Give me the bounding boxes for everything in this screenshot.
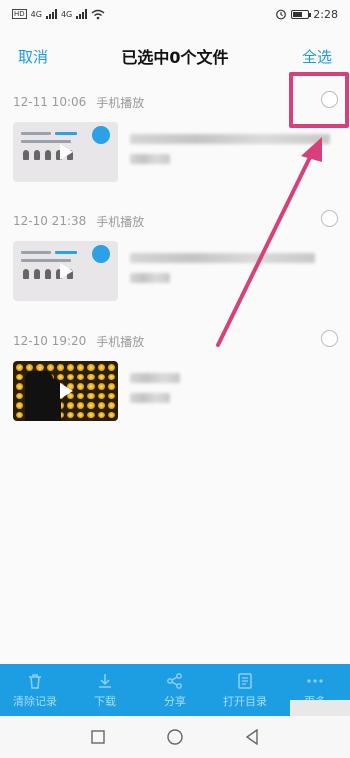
annotation-arrow xyxy=(216,137,322,347)
share-button[interactable]: 分享 xyxy=(140,672,210,709)
square-icon xyxy=(91,730,106,744)
trash-icon xyxy=(29,673,41,689)
recents-button[interactable] xyxy=(88,727,108,747)
more-icon xyxy=(307,678,323,683)
share-icon xyxy=(167,672,182,689)
system-nav-bar xyxy=(0,716,350,758)
download-button[interactable]: 下载 xyxy=(70,672,140,709)
home-button[interactable] xyxy=(165,727,185,747)
toolbar-label: 下载 xyxy=(94,694,116,708)
triangle-back-icon xyxy=(245,729,258,745)
screen: HD 4G 4G 2:28 取消 已选中0个文件 全选 12-11 10:06 … xyxy=(0,0,350,758)
circle-icon xyxy=(167,729,183,745)
back-button[interactable] xyxy=(242,727,262,747)
open-folder-button[interactable]: 打开目录 xyxy=(210,672,280,709)
download-icon xyxy=(99,673,111,688)
clear-history-button[interactable]: 清除记录 xyxy=(0,672,70,709)
folder-doc-icon xyxy=(238,672,252,689)
toolbar-label: 清除记录 xyxy=(13,694,57,708)
toolbar-label: 打开目录 xyxy=(223,694,267,708)
toolbar-label: 分享 xyxy=(164,694,186,708)
